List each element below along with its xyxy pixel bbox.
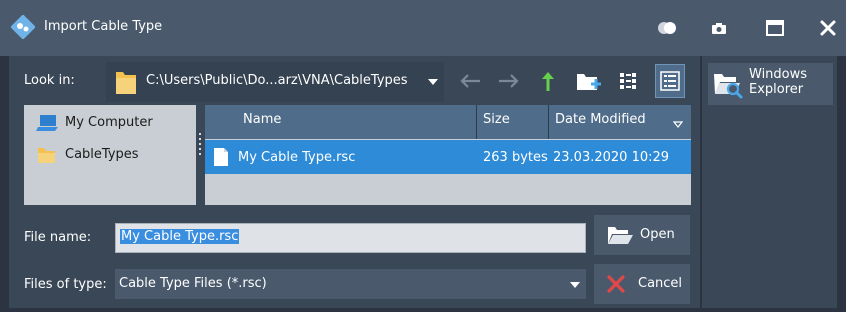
list-view-button[interactable] [614, 64, 644, 98]
file-icon [214, 148, 228, 166]
list-view-icon [620, 73, 636, 89]
back-button[interactable] [455, 64, 485, 98]
window-title: Import Cable Type [44, 19, 163, 34]
detail-view-button[interactable] [655, 64, 685, 98]
maximize-icon [766, 20, 784, 36]
new-folder-icon [577, 74, 601, 90]
close-button[interactable] [811, 12, 845, 44]
look-in-path: C:\Users\Public\Do...arz\VNA\CableTypes [146, 73, 408, 88]
screenshot-button[interactable] [702, 12, 736, 44]
theme-toggle-button[interactable] [650, 12, 684, 44]
cancel-x-icon [606, 275, 626, 297]
file-type-value: Cable Type Files (*.rsc) [119, 276, 267, 291]
windows-explorer-button[interactable]: Windows Explorer [708, 63, 833, 105]
panel-divider [700, 56, 702, 308]
cancel-button[interactable]: Cancel [594, 264, 690, 304]
file-size-cell: 263 bytes [483, 150, 548, 165]
look-in-dropdown[interactable]: C:\Users\Public\Do...arz\VNA\CableTypes [106, 62, 444, 102]
file-type-select[interactable]: Cable Type Files (*.rsc) [115, 269, 586, 299]
folder-icon [36, 145, 58, 169]
forward-button[interactable] [494, 64, 524, 98]
file-name-label: File name: [24, 230, 92, 245]
chevron-down-icon [570, 282, 580, 288]
computer-icon [36, 113, 58, 137]
app-logo-icon [10, 14, 36, 40]
column-header-size[interactable]: Size [477, 105, 549, 139]
up-folder-button[interactable] [533, 64, 563, 98]
open-button[interactable]: Open [594, 215, 690, 255]
column-header-date-modified[interactable]: Date Modified [549, 105, 691, 139]
chevron-down-icon [428, 79, 438, 85]
place-label: CableTypes [65, 147, 139, 162]
detail-view-icon [660, 71, 680, 91]
close-icon [820, 20, 836, 36]
arrow-right-icon [499, 74, 519, 88]
file-name-input[interactable]: My Cable Type.rsc [115, 223, 586, 253]
arrow-up-icon [542, 72, 554, 91]
folder-icon [116, 72, 136, 94]
explorer-search-icon [712, 68, 744, 104]
toggle-icon [658, 22, 676, 34]
title-bar: Import Cable Type [0, 0, 846, 56]
place-my-computer[interactable]: My Computer [24, 109, 196, 137]
column-header-name[interactable]: Name [205, 105, 477, 139]
file-name-cell: My Cable Type.rsc [238, 150, 356, 165]
file-type-label: Files of type: [24, 277, 107, 292]
new-folder-button[interactable] [574, 64, 604, 98]
place-cabletypes[interactable]: CableTypes [24, 141, 196, 169]
sort-descending-icon [673, 121, 683, 128]
file-name-value: My Cable Type.rsc [120, 229, 240, 244]
file-date-cell: 23.03.2020 10:29 [553, 150, 670, 165]
table-row[interactable]: My Cable Type.rsc 263 bytes 23.03.2020 1… [205, 140, 691, 174]
open-folder-icon [606, 224, 634, 250]
camera-icon [712, 22, 726, 34]
maximize-button[interactable] [758, 12, 792, 44]
arrow-left-icon [460, 74, 480, 88]
file-list: Name Size Date Modified My Cable Type.rs… [205, 105, 691, 205]
look-in-label: Look in: [24, 73, 75, 88]
places-sidebar: My Computer CableTypes [24, 105, 196, 205]
pane-splitter[interactable] [198, 130, 202, 170]
place-label: My Computer [65, 115, 153, 130]
